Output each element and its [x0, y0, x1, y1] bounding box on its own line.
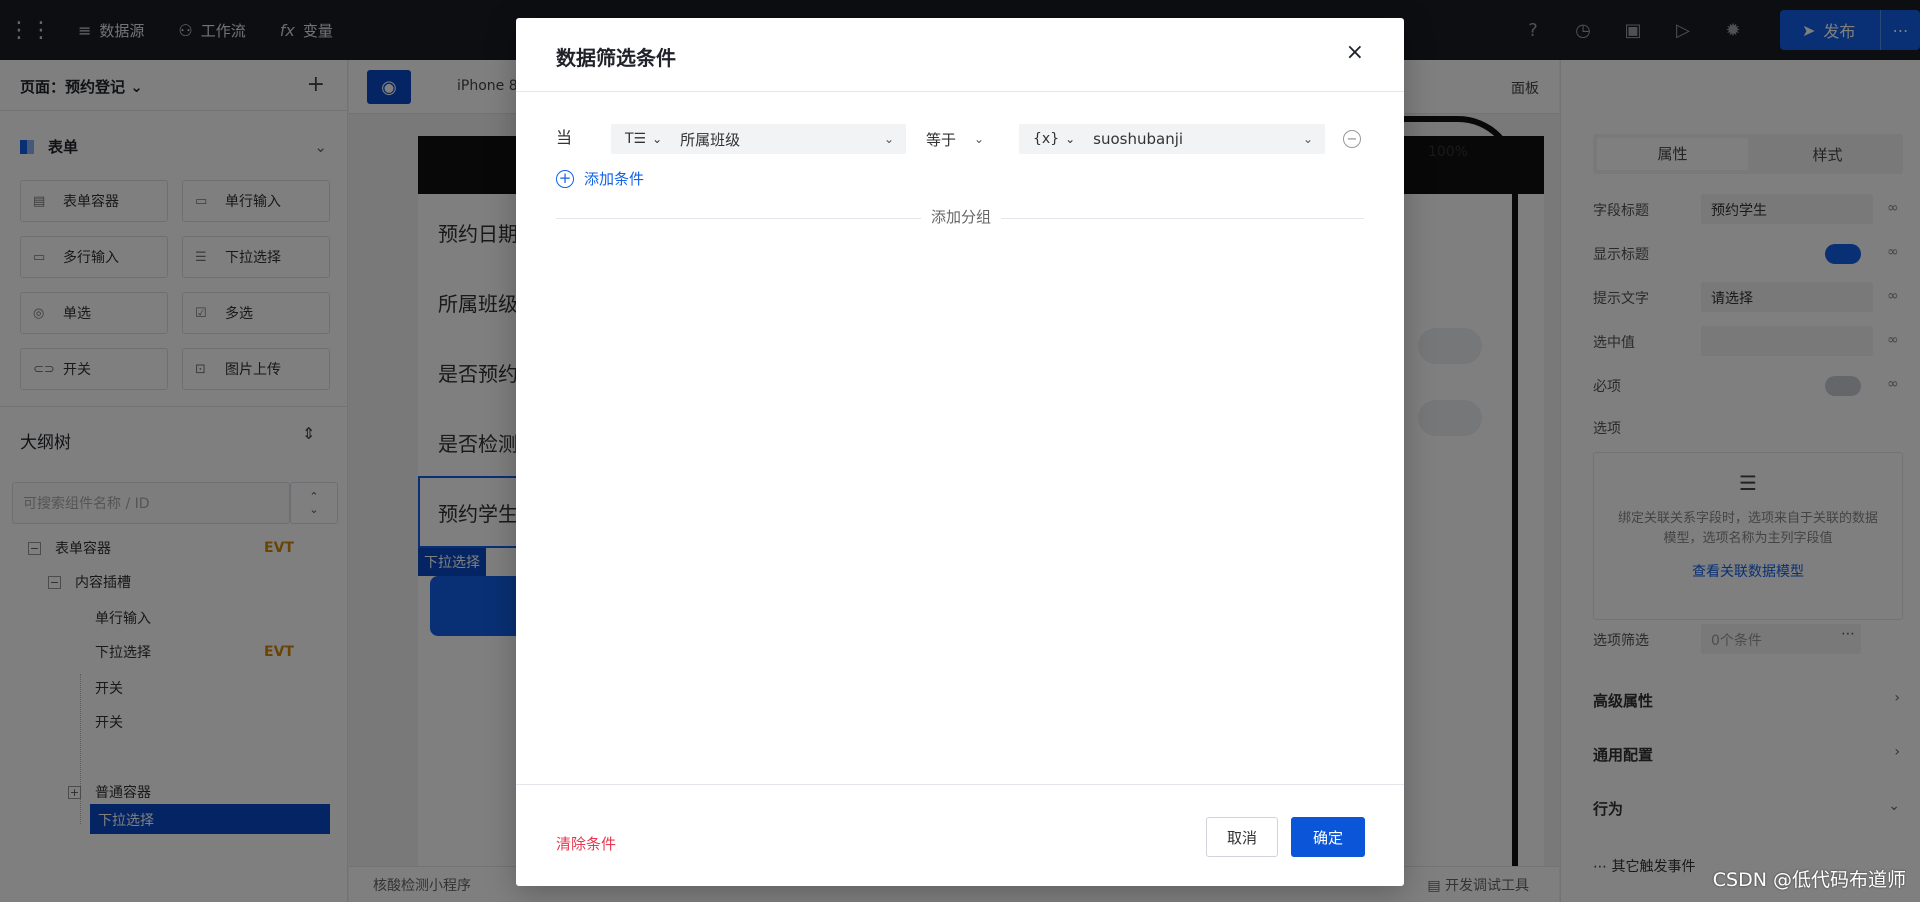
condition-field-select[interactable]: T☰ ⌄ 所属班级 ⌄ — [611, 124, 906, 154]
watermark: CSDN @低代码布道师 — [1712, 869, 1906, 891]
filter-dialog: 数据筛选条件 × 当 T☰ ⌄ 所属班级 ⌄ 等于 ⌄ {x} ⌄ suoshuba… — [516, 18, 1404, 886]
chevron-down-icon: ⌄ — [883, 132, 894, 146]
field-value: 所属班级 — [680, 130, 741, 149]
dialog-header: 数据筛选条件 × — [516, 18, 1404, 92]
chevron-down-icon: ⌄ — [974, 132, 985, 146]
chevron-down-icon: ⌄ — [1065, 132, 1076, 146]
field-type-select[interactable]: T☰ ⌄ — [625, 131, 662, 147]
variable-icon: {x} — [1033, 131, 1060, 147]
value-type-select[interactable]: {x} ⌄ — [1033, 131, 1075, 147]
condition-value-select[interactable]: {x} ⌄ suoshubanji ⌄ — [1019, 124, 1325, 154]
condition-when-label: 当 — [556, 128, 573, 147]
remove-condition-icon[interactable]: − — [1343, 130, 1361, 148]
condition-value: suoshubanji — [1093, 130, 1184, 148]
add-group-button[interactable]: 添加分组 — [921, 206, 1002, 227]
dialog-footer: 清除条件 取消 确定 — [516, 784, 1404, 886]
chevron-down-icon: ⌄ — [652, 132, 663, 146]
add-condition-button[interactable]: + 添加条件 — [556, 168, 644, 189]
cancel-button[interactable]: 取消 — [1206, 817, 1278, 857]
plus-circle-icon: + — [556, 169, 574, 188]
chevron-down-icon: ⌄ — [1302, 132, 1313, 146]
text-field-icon: T☰ — [625, 131, 647, 147]
clear-conditions-button[interactable]: 清除条件 — [556, 833, 616, 854]
confirm-button[interactable]: 确定 — [1291, 817, 1365, 857]
dialog-title: 数据筛选条件 — [556, 46, 676, 70]
close-icon[interactable]: × — [1346, 40, 1364, 65]
operator-value: 等于 — [926, 130, 957, 149]
operator-select[interactable]: 等于 ⌄ — [926, 124, 984, 154]
